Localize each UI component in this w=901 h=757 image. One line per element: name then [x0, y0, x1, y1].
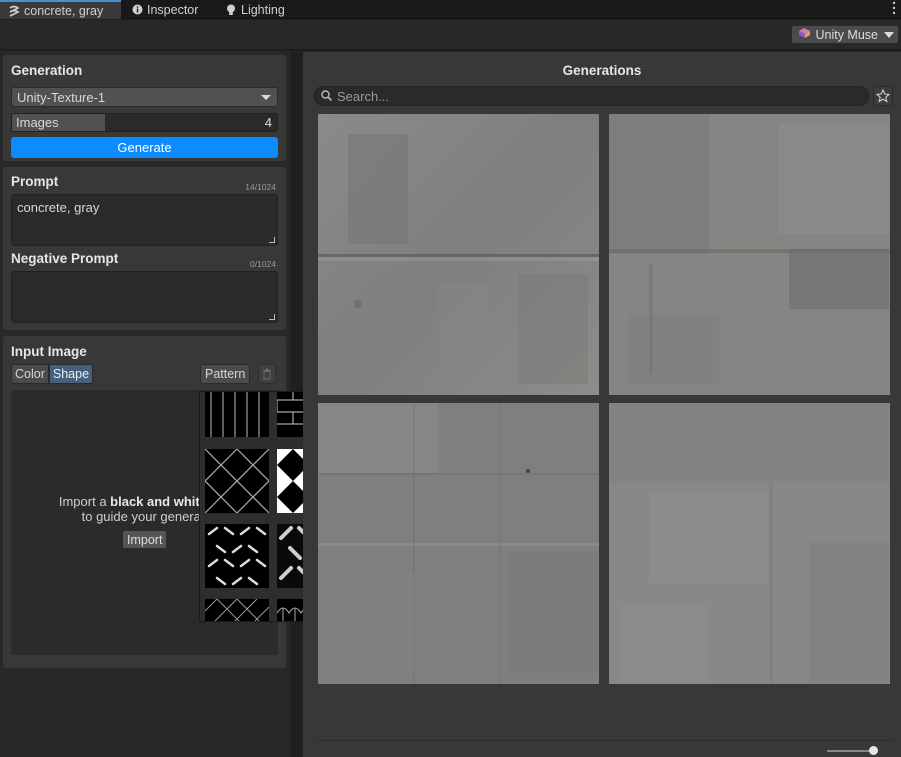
generation-section: Generation Unity-Texture-1 Images 4 Gene…: [3, 55, 286, 161]
section-title: Input Image: [11, 344, 87, 359]
pattern-herringbone[interactable]: [205, 599, 269, 621]
mode-segmented-control: Color Shape: [11, 364, 94, 384]
resize-handle-icon[interactable]: [269, 237, 275, 243]
tab-bar: concrete, gray Inspector Lighting: [0, 0, 901, 19]
more-options-icon[interactable]: [892, 1, 898, 15]
generate-button[interactable]: Generate: [11, 137, 278, 158]
tab-label: Inspector: [147, 2, 199, 17]
generated-image-4[interactable]: [609, 403, 890, 684]
import-text-bold: black and white: [110, 494, 207, 509]
import-text: Import a: [58, 494, 111, 509]
chevron-down-icon: [261, 95, 271, 100]
search-field[interactable]: [314, 86, 869, 106]
import-button[interactable]: Import: [122, 530, 168, 549]
unity-muse-dropdown[interactable]: Unity Muse: [791, 25, 899, 44]
tab-lighting[interactable]: Lighting: [217, 0, 293, 19]
info-icon: [131, 4, 143, 16]
generated-image-1[interactable]: [318, 114, 599, 395]
trash-icon[interactable]: [258, 364, 276, 384]
search-icon: [321, 89, 333, 104]
muse-icon: [798, 27, 811, 42]
prompt-section: Prompt 14/1024 concrete, gray Negative P…: [3, 167, 286, 330]
generated-image-2[interactable]: [609, 114, 890, 395]
tab-inspector[interactable]: Inspector: [123, 0, 206, 19]
model-dropdown[interactable]: Unity-Texture-1: [11, 87, 278, 107]
zoom-slider-track[interactable]: [827, 750, 873, 752]
images-value: 4: [264, 115, 272, 130]
search-input[interactable]: [337, 88, 837, 104]
prompt-text: concrete, gray: [17, 200, 100, 215]
lightbulb-icon: [225, 4, 237, 16]
section-title: Negative Prompt: [11, 251, 119, 266]
model-value: Unity-Texture-1: [17, 89, 106, 105]
pattern-vertical-stripes[interactable]: [205, 392, 269, 437]
color-mode-button[interactable]: Color: [11, 364, 49, 384]
zoom-slider-handle[interactable]: [869, 746, 878, 755]
negative-prompt-textarea[interactable]: [11, 271, 278, 323]
import-text-2: to guide your generati: [81, 509, 208, 524]
tab-concrete-gray[interactable]: concrete, gray: [0, 0, 121, 19]
prompt-textarea[interactable]: concrete, gray: [11, 194, 278, 246]
negative-prompt-counter: 0/1024: [250, 259, 276, 269]
panel-title: Generations: [562, 63, 642, 78]
chevron-down-icon: [884, 32, 894, 38]
section-title: Prompt: [11, 174, 59, 189]
muse-label: Unity Muse: [815, 27, 878, 42]
generations-panel: Generations: [303, 52, 901, 757]
pattern-button[interactable]: Pattern: [200, 364, 251, 384]
toolbar: Unity Muse: [0, 20, 901, 50]
images-label: Images: [16, 115, 59, 130]
texture-asset-icon: [8, 5, 20, 17]
prompt-counter: 14/1024: [245, 182, 276, 192]
tab-label: Lighting: [241, 2, 285, 17]
resize-handle-icon[interactable]: [269, 314, 275, 320]
favorites-star-icon[interactable]: [873, 86, 893, 106]
pattern-tread-plate-1[interactable]: [205, 524, 269, 588]
images-slider[interactable]: Images 4: [11, 113, 278, 132]
generated-image-3[interactable]: [318, 403, 599, 684]
shape-mode-button[interactable]: Shape: [48, 364, 94, 384]
section-title: Generation: [11, 63, 83, 78]
pattern-diagonal-grid[interactable]: [205, 449, 269, 513]
divider: [317, 740, 893, 741]
tab-label: concrete, gray: [24, 3, 104, 18]
